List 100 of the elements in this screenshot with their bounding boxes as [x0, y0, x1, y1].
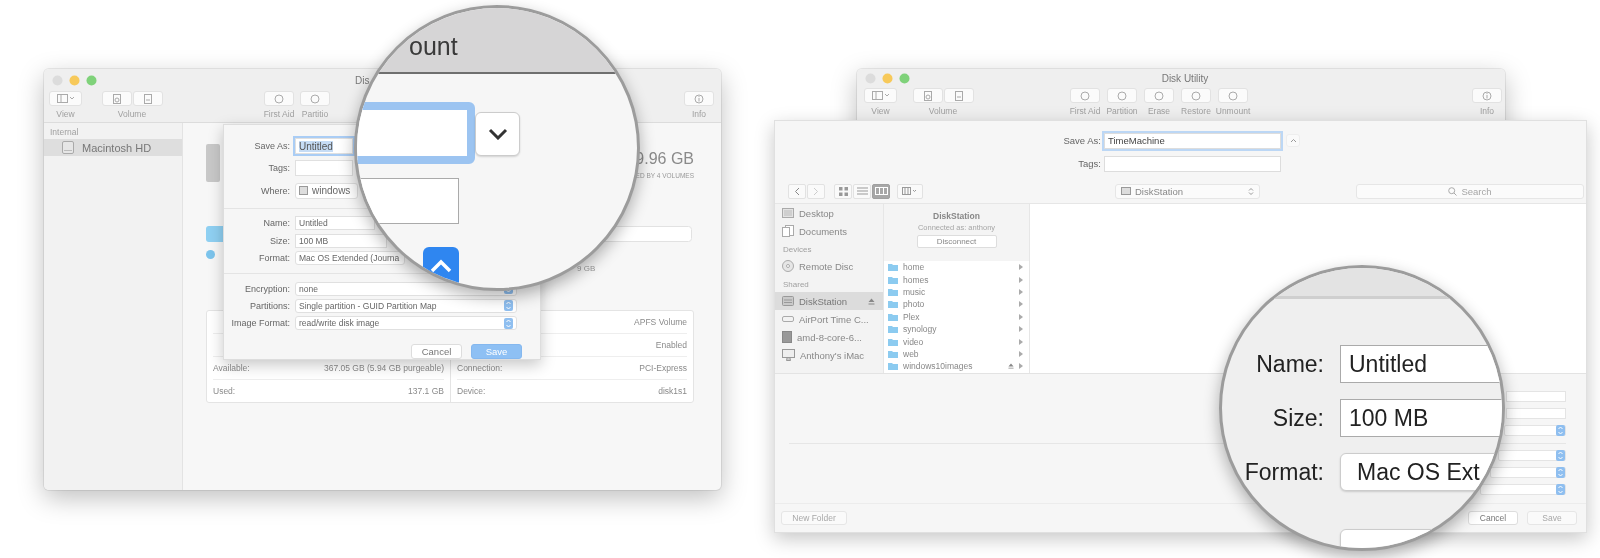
folder-item[interactable]: music	[884, 285, 1029, 299]
sidebar-item[interactable]: DiskStation	[775, 292, 883, 310]
folder-item[interactable]: web	[884, 347, 1029, 361]
window-controls-icon[interactable]	[52, 74, 98, 86]
window-controls-icon[interactable]	[865, 73, 911, 84]
toolbar-button[interactable]	[264, 91, 294, 106]
toolbar-label: Info	[1479, 106, 1495, 116]
toolbar-label: First Aid	[263, 109, 295, 119]
text-field[interactable]: 100 MB	[1340, 399, 1502, 437]
folder-item[interactable]: video	[884, 335, 1029, 348]
computer-tower-icon	[782, 331, 792, 343]
toolbar-button[interactable]	[1107, 88, 1137, 103]
disconnect-button[interactable]: Disconnect	[916, 235, 997, 248]
collapse-button[interactable]	[1286, 134, 1300, 148]
where-popup[interactable]: windows	[295, 182, 358, 199]
toolbar-button[interactable]	[1181, 88, 1211, 103]
stepper-icon	[1556, 449, 1565, 461]
search-field[interactable]: Search	[1356, 183, 1584, 199]
text-field[interactable]: Untitled	[1340, 345, 1502, 383]
field-label: Name:	[1255, 350, 1324, 378]
info-label: Device:	[457, 386, 486, 396]
eject-icon[interactable]	[1008, 363, 1014, 370]
toolbar-label: First Aid	[1069, 106, 1101, 116]
toolbar-label: View	[56, 109, 75, 119]
popup-menu[interactable]	[1504, 424, 1566, 436]
popup-menu[interactable]: Single partition - GUID Partition Map	[295, 298, 517, 313]
toolbar-label: Unmount	[1215, 106, 1251, 116]
window-title: Disk Utility	[1161, 73, 1209, 84]
toolbar-button[interactable]	[1144, 88, 1174, 103]
sidebar-item[interactable]: Remote Disc	[775, 257, 883, 275]
text-field[interactable]: Untitled	[295, 216, 375, 231]
document-icon	[922, 90, 933, 101]
popup-menu[interactable]	[1490, 466, 1566, 478]
circle-icon	[1191, 90, 1201, 101]
field-label: Name:	[262, 218, 290, 229]
eject-icon[interactable]	[868, 297, 875, 305]
folder-item[interactable]: windows10images	[884, 360, 1029, 373]
folder-item[interactable]: Plex	[884, 310, 1029, 323]
folder-item[interactable]: photo	[884, 298, 1029, 311]
sidebar-item[interactable]: amd-8-core-6...	[775, 328, 883, 346]
toolbar-button[interactable]	[1218, 88, 1248, 103]
sidebar-heading: Devices	[782, 244, 813, 256]
save-as-field[interactable]: Untitled	[295, 138, 353, 155]
folder-item[interactable]: homes	[884, 273, 1029, 286]
back-button[interactable]	[788, 183, 806, 199]
info-button[interactable]	[1472, 88, 1502, 103]
icon-view-button[interactable]	[834, 183, 852, 199]
text-field[interactable]	[1506, 407, 1566, 419]
remove-volume-button[interactable]	[132, 91, 163, 106]
circle-icon	[310, 93, 320, 104]
toolbar-label: Volume	[928, 106, 958, 116]
sidebar-icon	[871, 91, 890, 100]
text-field[interactable]: 100 MB	[295, 233, 387, 248]
stepper-icon	[504, 317, 513, 329]
columns-icon	[874, 187, 888, 196]
info-button[interactable]	[684, 91, 714, 106]
folder-item[interactable]: home	[884, 261, 1029, 274]
monitor-icon	[782, 349, 795, 361]
expand-button[interactable]	[475, 112, 520, 156]
list-view-button[interactable]	[853, 183, 871, 199]
stepper-icon	[1556, 466, 1565, 478]
popup-menu[interactable]	[1480, 483, 1566, 495]
arrange-menu-button[interactable]	[897, 183, 923, 199]
sidebar-toggle-button[interactable]	[49, 91, 82, 106]
sidebar-toggle-button[interactable]	[864, 88, 897, 103]
circle-icon	[1117, 90, 1127, 101]
info-value: 137.1 GB	[408, 386, 444, 396]
up-down-arrows-icon	[1248, 186, 1254, 196]
sidebar-item[interactable]: Macintosh HD	[44, 139, 182, 156]
sidebar-item[interactable]: Desktop	[775, 204, 883, 222]
add-volume-button[interactable]	[912, 88, 943, 103]
save-as-field[interactable]: TimeMachine	[1104, 132, 1281, 149]
remove-volume-button[interactable]	[943, 88, 974, 103]
column-view-button[interactable]	[872, 183, 890, 199]
sidebar-item[interactable]: Documents	[775, 222, 883, 240]
toolbar-label: Partitio	[301, 109, 329, 119]
folder-item[interactable]: synology	[884, 322, 1029, 336]
toolbar-button[interactable]	[1070, 88, 1100, 103]
popup-menu[interactable]: read/write disk image	[295, 316, 517, 331]
server-icon	[782, 296, 794, 306]
toolbar-button[interactable]	[300, 91, 330, 106]
sidebar-item[interactable]: AirPort Time C...	[775, 310, 883, 328]
server-name: DiskStation	[933, 211, 980, 221]
forward-button[interactable]	[807, 183, 825, 199]
text-field[interactable]	[1506, 390, 1566, 402]
field-label: Size:	[1271, 404, 1324, 432]
location-popup[interactable]: DiskStation	[1115, 183, 1260, 199]
legend-dot-icon	[206, 250, 215, 259]
format-popup[interactable]: Mac OS Extended (Journa	[295, 251, 405, 266]
document-icon	[953, 90, 964, 101]
info-icon	[694, 93, 704, 104]
cancel-button[interactable]: Cancel	[411, 344, 462, 359]
add-volume-button[interactable]	[101, 91, 132, 106]
server-icon	[1121, 187, 1131, 196]
cancel-button[interactable]: Cancel	[1468, 511, 1518, 526]
save-as-field[interactable]	[357, 102, 475, 164]
list-icon	[856, 187, 868, 196]
sidebar-item[interactable]: Anthony's iMac	[775, 346, 883, 364]
document-icon	[142, 93, 153, 104]
sidebar-icon	[56, 94, 75, 103]
